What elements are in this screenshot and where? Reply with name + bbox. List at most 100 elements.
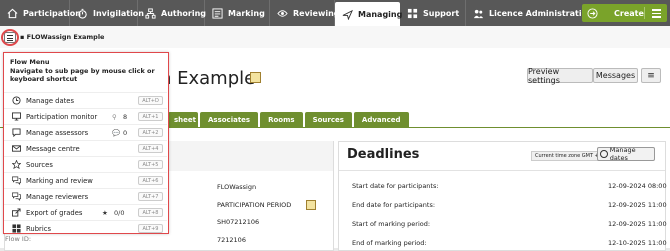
nav-marking-label: Marking xyxy=(228,8,265,18)
menu-item-manage-assessors[interactable]: Manage assessors 💬 0 ALT+2 xyxy=(4,124,167,140)
hamburger-icon[interactable] xyxy=(652,9,661,20)
more-options-button[interactable]: ≡ xyxy=(641,68,661,83)
airplane-icon xyxy=(342,9,353,20)
preview-settings-button[interactable]: Preview settings xyxy=(527,67,593,85)
divider xyxy=(339,170,665,171)
nav-managing[interactable]: Managing xyxy=(335,2,403,26)
deadline-label: Start date for participants: xyxy=(352,182,439,190)
nav-marking[interactable]: Marking xyxy=(205,0,270,26)
stopwatch-icon xyxy=(78,8,87,19)
shortcut-badge: ALT+9 xyxy=(138,224,163,233)
nav-licence-administration[interactable]: Licence Administration xyxy=(466,0,593,26)
timezone-badge: Current time zone GMT +1 xyxy=(531,151,606,161)
deadline-label: Start of marking period: xyxy=(352,220,431,228)
menu-item-sources[interactable]: Sources ALT+5 xyxy=(4,156,167,172)
menu-item-label: Manage dates xyxy=(26,97,75,105)
menu-item-label: Manage reviewers xyxy=(26,193,89,201)
monitor-icon xyxy=(12,112,21,121)
nav-support-label: Support xyxy=(423,8,460,18)
nav-reviewing-label: Reviewing xyxy=(293,8,340,18)
tab-associates[interactable]: Associates xyxy=(200,112,259,127)
grades-count: 0/0 xyxy=(114,209,125,217)
nav-invigilation-label: Invigilation xyxy=(93,8,144,18)
menu-item-label: Sources xyxy=(26,161,53,169)
hierarchy-icon xyxy=(145,7,156,19)
menu-item-label: Participation monitor xyxy=(26,113,98,121)
page-title: n Example xyxy=(160,68,256,89)
manage-dates-label: Manage dates xyxy=(609,146,636,162)
deadline-label: End date for participants: xyxy=(352,201,436,209)
edit-icon[interactable] xyxy=(306,200,316,210)
tab-sheet[interactable]: sheet xyxy=(168,112,198,127)
flow-menu-title: Flow Menu xyxy=(10,58,50,66)
create-button[interactable]: Create xyxy=(582,4,667,22)
flow-menu-header: Flow Menu Navigate to sub page by mouse … xyxy=(10,58,160,84)
menu-item-label: Message centre xyxy=(26,145,80,153)
clock-icon xyxy=(600,150,608,158)
nav-participation[interactable]: Participation xyxy=(0,0,81,26)
tab-advanced[interactable]: Advanced xyxy=(353,112,409,127)
flow-id-label: Flow ID: xyxy=(5,235,32,243)
nav-licence-administration-label: Licence Administration xyxy=(489,8,593,18)
nav-authoring-label: Authoring xyxy=(161,8,207,18)
menu-item-manage-reviewers[interactable]: Manage reviewers ALT+7 xyxy=(4,188,167,204)
flow-title-icon: ▪ xyxy=(20,33,27,41)
flow-menu-subtitle: Navigate to sub page by mouse click or k… xyxy=(10,66,155,84)
menu-item-manage-dates[interactable]: Manage dates ALT+D xyxy=(4,92,167,108)
menu-item-participation-monitor[interactable]: Participation monitor ⚲ 8 ALT+1 xyxy=(4,108,167,124)
shortcut-badge: ALT+8 xyxy=(138,208,163,217)
chat-icon xyxy=(12,128,21,137)
info-value: SH07212106 xyxy=(217,218,260,226)
nav-authoring[interactable]: Authoring xyxy=(138,0,207,26)
create-label: Create xyxy=(614,8,644,18)
menu-item-message-centre[interactable]: Message centre ALT+4 xyxy=(4,140,167,156)
grid-icon xyxy=(407,8,418,18)
nav-managing-label: Managing xyxy=(358,9,403,19)
tab-bar: sheet Associates Rooms Sources Advanced xyxy=(168,112,409,127)
deadline-label: End of marking period: xyxy=(352,239,427,247)
eye-icon xyxy=(277,9,288,17)
shortcut-badge: ALT+7 xyxy=(138,192,163,201)
info-value: PARTICIPATION PERIOD xyxy=(217,201,292,209)
person-icon: ⚲ xyxy=(112,113,117,121)
reviewers-icon xyxy=(12,192,21,201)
menu-item-label: Marking and review xyxy=(26,177,93,185)
highlight-ring xyxy=(1,29,19,46)
grid-icon xyxy=(12,224,21,233)
top-navigation: Participation Invigilation Authoring Mar… xyxy=(0,0,670,26)
shortcut-badge: ALT+2 xyxy=(138,128,163,137)
messages-button[interactable]: Messages xyxy=(593,68,638,83)
deadline-value: 12-09-2025 11:00 xyxy=(608,201,667,209)
envelope-icon xyxy=(12,145,21,152)
menu-item-rubrics[interactable]: Rubrics ALT+9 xyxy=(4,220,167,233)
manage-dates-button[interactable]: Manage dates xyxy=(597,146,655,162)
house-icon xyxy=(7,8,18,18)
star-icon: ★ xyxy=(102,209,108,217)
people-icon xyxy=(473,9,484,18)
tab-rooms[interactable]: Rooms xyxy=(260,112,303,127)
star-icon xyxy=(12,160,21,169)
deadline-value: 12-09-2024 08:00 xyxy=(608,182,667,190)
deadlines-title: Deadlines xyxy=(347,147,420,162)
info-value: FLOWassign xyxy=(217,183,257,191)
menu-item-label: Rubrics xyxy=(26,225,52,233)
arrow-right-icon xyxy=(587,7,598,19)
deadline-value: 12-09-2025 11:00 xyxy=(608,220,667,228)
nav-invigilation[interactable]: Invigilation xyxy=(70,0,144,26)
assessor-count: 0 xyxy=(123,129,128,137)
checklist-icon xyxy=(212,7,223,19)
deadline-value: 12-10-2025 11:00 xyxy=(608,239,667,247)
shortcut-badge: ALT+1 xyxy=(138,112,163,121)
shortcut-badge: ALT+6 xyxy=(138,176,163,185)
edit-title-icon[interactable] xyxy=(250,72,261,83)
chat-bubbles-icon: 💬 xyxy=(112,129,121,137)
nav-support[interactable]: Support xyxy=(400,0,466,26)
hamburger-icon: ≡ xyxy=(647,70,655,81)
export-icon xyxy=(12,208,21,217)
clock-icon xyxy=(12,96,21,105)
shortcut-badge: ALT+5 xyxy=(138,160,163,169)
menu-item-marking-and-review[interactable]: Marking and review ALT+6 xyxy=(4,172,167,188)
menu-item-export-of-grades[interactable]: Export of grades ★ 0/0 ALT+8 xyxy=(4,204,167,220)
nav-reviewing[interactable]: Reviewing xyxy=(270,0,340,26)
tab-sources[interactable]: Sources xyxy=(304,112,352,127)
